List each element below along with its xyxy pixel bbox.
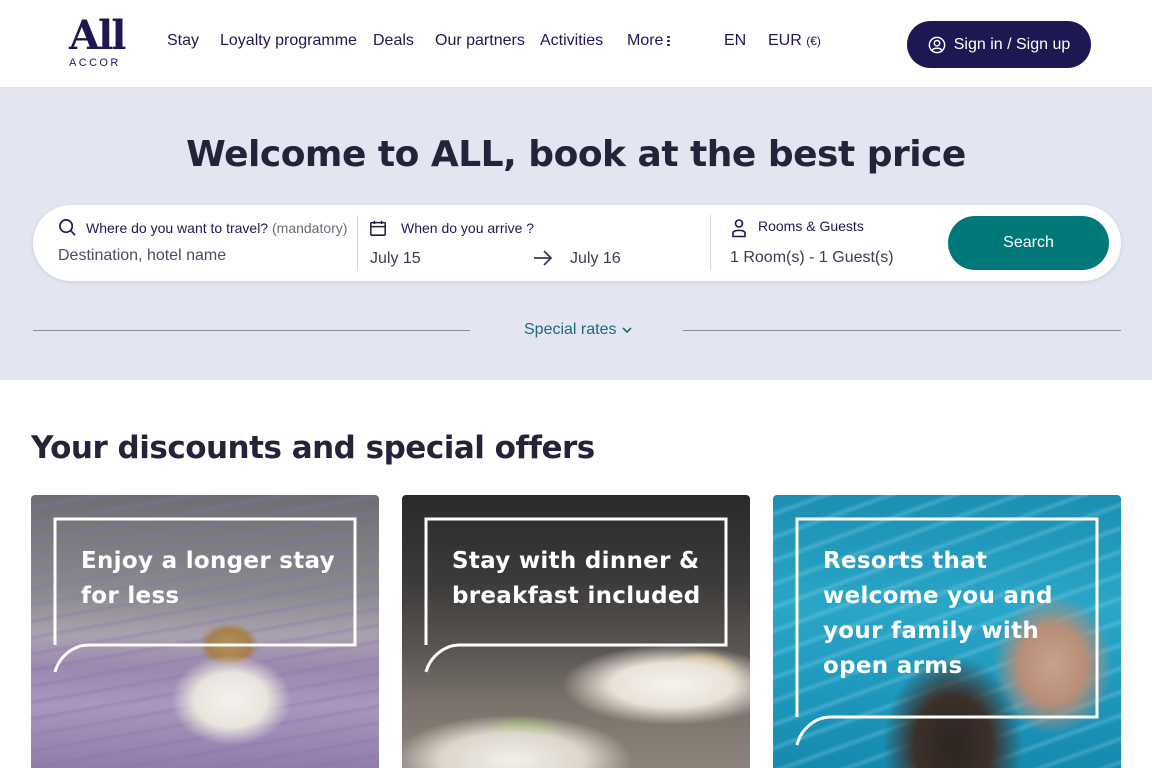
search-button[interactable]: Search (948, 216, 1109, 270)
offer-card-title-line: open arms (823, 653, 963, 679)
offer-card-title: Resorts that welcome you and your family… (823, 544, 1083, 684)
site-header: All ACCOR Stay Loyalty programme Deals O… (0, 0, 1152, 88)
nav-item-deals[interactable]: Deals (373, 32, 414, 50)
offer-card-title-line: your family with (823, 618, 1040, 644)
user-circle-icon (928, 36, 946, 53)
offer-card-dinner-breakfast[interactable]: Stay with dinner & breakfast included (402, 495, 750, 768)
dates-field[interactable]: When do you arrive ? July 15 July 16 (358, 205, 710, 281)
divider-line (683, 330, 1121, 331)
hero-search-section: Welcome to ALL, book at the best price W… (0, 88, 1152, 380)
offer-card-title: Stay with dinner & breakfast included (452, 544, 712, 614)
nav-item-stay[interactable]: Stay (167, 32, 199, 50)
offer-card-title-line: Stay with dinner & (452, 548, 700, 574)
special-rates-toggle[interactable]: Special rates (524, 321, 633, 339)
divider-line (33, 330, 470, 331)
arrival-label: When do you arrive ? (401, 220, 535, 236)
calendar-icon (370, 220, 386, 236)
all-accor-logo[interactable]: All ACCOR (68, 12, 130, 72)
rooms-guests-label: Rooms & Guests (758, 218, 864, 234)
nav-item-activities[interactable]: Activities (540, 32, 603, 50)
nav-item-more[interactable]: More (627, 32, 671, 50)
offer-card-longer-stay[interactable]: Enjoy a longer stay for less (31, 495, 379, 768)
person-icon (732, 219, 746, 238)
rooms-guests-value: 1 Room(s) - 1 Guest(s) (730, 249, 894, 266)
offer-card-title-line: breakfast included (452, 583, 701, 609)
destination-input[interactable] (58, 247, 348, 265)
arrival-date[interactable]: July 15 (370, 250, 421, 268)
offers-section-title: Your discounts and special offers (31, 430, 595, 466)
currency-selector[interactable]: EUR (€) (768, 32, 821, 50)
offer-card-title: Enjoy a longer stay for less (81, 544, 341, 614)
offer-card-family-resorts[interactable]: Resorts that welcome you and your family… (773, 495, 1121, 768)
departure-date[interactable]: July 16 (570, 250, 621, 268)
sign-in-label: Sign in / Sign up (953, 35, 1071, 53)
search-icon (59, 219, 76, 236)
offer-card-title-line: for less (81, 583, 180, 609)
rooms-guests-field[interactable]: Rooms & Guests 1 Room(s) - 1 Guest(s) (711, 205, 941, 281)
nav-item-our-partners[interactable]: Our partners (435, 32, 525, 50)
destination-label-text: Where do you want to travel? (86, 220, 269, 236)
destination-field[interactable]: Where do you want to travel? (mandatory) (33, 205, 357, 281)
destination-label: Where do you want to travel? (mandatory) (86, 220, 347, 236)
currency-symbol: (€) (806, 34, 821, 48)
logo-wordmark: All (69, 12, 126, 59)
booking-search-bar: Where do you want to travel? (mandatory)… (33, 205, 1121, 281)
hero-title: Welcome to ALL, book at the best price (186, 134, 966, 175)
currency-code: EUR (768, 32, 802, 49)
offer-card-title-line: Resorts that (823, 548, 988, 574)
nav-item-loyalty-programme[interactable]: Loyalty programme (220, 32, 357, 50)
chevron-down-icon (621, 327, 632, 333)
logo-subtitle: ACCOR (69, 57, 121, 69)
offer-card-title-line: Enjoy a longer stay (81, 548, 335, 574)
destination-label-hint: (mandatory) (272, 220, 348, 236)
sign-in-button[interactable]: Sign in / Sign up (907, 21, 1091, 68)
language-selector[interactable]: EN (724, 32, 746, 50)
arrow-right-icon (534, 250, 553, 266)
nav-item-more-label: More (627, 32, 664, 49)
offer-card-title-line: welcome you and (823, 583, 1053, 609)
special-rates-label: Special rates (524, 321, 617, 338)
more-vertical-icon (667, 34, 671, 48)
